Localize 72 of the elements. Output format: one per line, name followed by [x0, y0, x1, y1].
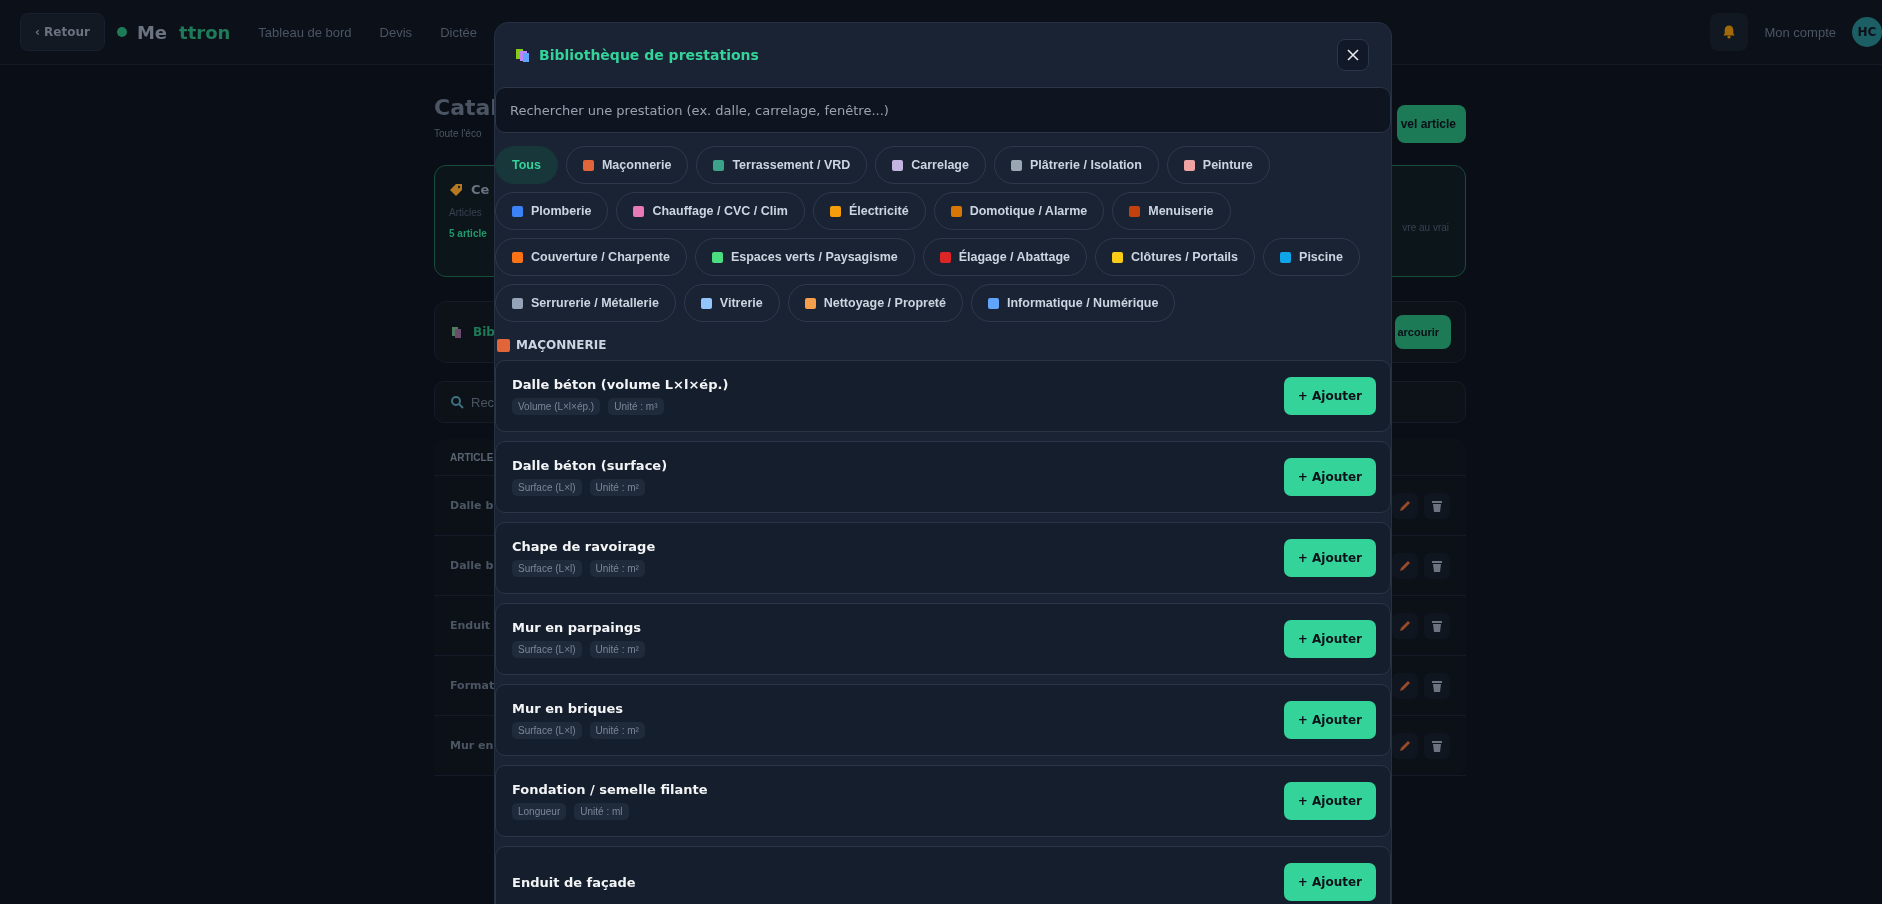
delete-button[interactable] — [1424, 672, 1450, 699]
service-tag: Unité : ml — [574, 803, 629, 820]
service-tag: Longueur — [512, 803, 567, 820]
tag-icon — [449, 182, 463, 197]
search-field[interactable]: Rechercher une prestation (ex. dalle, carrelage, fenêtre...) — [495, 87, 1391, 133]
delete-button[interactable] — [1424, 492, 1450, 519]
service-tag: Surface (L×l) — [512, 560, 582, 577]
service-tag: Unité : m² — [589, 479, 645, 496]
add-button[interactable]: + Ajouter — [1283, 539, 1376, 577]
edit-button[interactable] — [1392, 612, 1418, 639]
article-name: Enduit — [450, 619, 491, 632]
page-subtitle: Toute l'éco — [434, 128, 483, 139]
edit-button[interactable] — [1392, 492, 1418, 519]
trash-icon — [1430, 678, 1444, 693]
service-tag: Surface (L×l) — [512, 722, 582, 739]
logo-text: Me — [136, 21, 168, 43]
service-tag: Surface (L×l) — [512, 479, 582, 496]
delete-button[interactable] — [1424, 732, 1450, 759]
service-name: Chape de ravoirage — [512, 539, 656, 554]
browse-button[interactable]: arcourir — [1395, 315, 1451, 349]
service-name: Fondation / semelle filante — [512, 782, 708, 797]
library-title: Bib — [473, 325, 495, 339]
pencil-icon — [1398, 618, 1412, 633]
add-button[interactable]: + Ajouter — [1283, 458, 1376, 496]
service-name: Dalle béton (surface) — [512, 458, 668, 473]
dialog-title: Bibliothèque de prestations — [539, 47, 759, 63]
article-name: Format — [450, 679, 495, 692]
service-name: Mur en parpaings — [512, 620, 643, 635]
service-tag: Volume (L×l×ép.) — [512, 398, 601, 415]
section-heading: MAÇONNERIE — [516, 338, 607, 352]
pencil-icon — [1398, 558, 1412, 573]
column-header: ARTICLE — [450, 451, 494, 463]
search-icon — [450, 395, 464, 409]
delete-button[interactable] — [1424, 612, 1450, 639]
add-button[interactable]: + Ajouter — [1283, 863, 1376, 901]
category-chip[interactable]: Tous — [495, 146, 558, 184]
back-button[interactable]: ‹ Retour — [20, 13, 105, 51]
add-button[interactable]: + Ajouter — [1283, 701, 1376, 739]
service-tag: Unité : m² — [589, 722, 645, 739]
service-name: Enduit de façade — [512, 874, 636, 890]
pencil-icon — [1398, 498, 1412, 513]
pencil-icon — [1398, 678, 1412, 693]
service-tag: Surface (L×l) — [512, 641, 582, 658]
article-count: 5 article — [449, 228, 488, 239]
add-button[interactable]: + Ajouter — [1283, 620, 1376, 658]
notifications-button[interactable] — [1710, 13, 1749, 51]
trash-icon — [1430, 618, 1444, 633]
service-tag: Unité : m³ — [608, 398, 664, 415]
logo-dot-icon — [116, 27, 127, 37]
add-button[interactable]: + Ajouter — [1283, 377, 1376, 415]
close-icon — [1347, 49, 1359, 61]
article-name: Dalle b — [450, 559, 494, 572]
trash-icon — [1430, 498, 1444, 513]
edit-button[interactable] — [1392, 552, 1418, 579]
service-tag: Unité : m² — [589, 560, 645, 577]
article-name: Mur en — [450, 739, 494, 752]
card-title: Ce — [471, 182, 490, 197]
close-button[interactable] — [1337, 39, 1369, 71]
article-name: Dalle b — [450, 499, 494, 512]
trash-icon — [1430, 738, 1444, 753]
delete-button[interactable] — [1424, 552, 1450, 579]
books-icon — [515, 47, 531, 63]
add-button[interactable]: + Ajouter — [1283, 782, 1376, 820]
new-article-button[interactable]: vel article — [1396, 105, 1466, 143]
service-tag: Unité : m² — [589, 641, 645, 658]
pencil-icon — [1398, 738, 1412, 753]
service-name: Mur en briques — [512, 701, 624, 716]
trash-icon — [1430, 558, 1444, 573]
logo-text-accent: ttron — [179, 21, 231, 43]
service-name: Dalle béton (volume L×l×ép.) — [512, 377, 729, 392]
edit-button[interactable] — [1392, 732, 1418, 759]
edit-button[interactable] — [1392, 672, 1418, 699]
